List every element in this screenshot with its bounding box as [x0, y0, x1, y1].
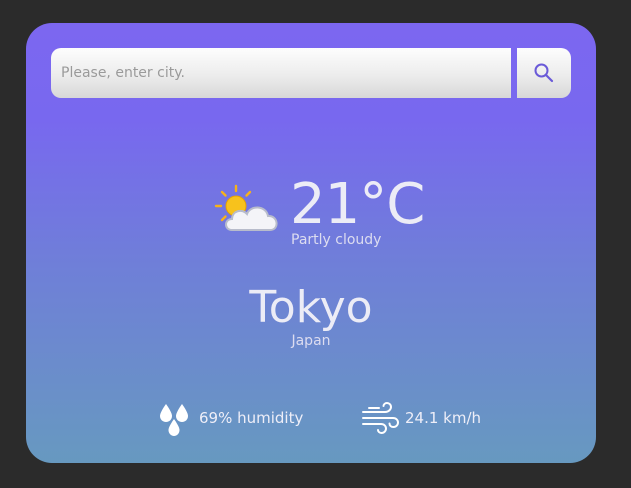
weather-condition: Partly cloudy: [291, 232, 382, 248]
humidity-drops-icon: [160, 404, 188, 436]
city-search-input[interactable]: [51, 48, 511, 98]
humidity-value: 69% humidity: [199, 409, 304, 427]
wind-speed-value: 24.1 km/h: [405, 409, 482, 427]
search-button[interactable]: [517, 48, 571, 98]
city-name: Tokyo: [249, 282, 373, 333]
country-name: Japan: [291, 333, 331, 349]
temperature: 21°C: [290, 172, 425, 237]
weather-card: 21°C Partly cloudy Tokyo Japan 69% humid…: [26, 23, 596, 463]
wind-icon: [362, 402, 399, 434]
current-weather: 21°C Partly cloudy: [26, 173, 596, 253]
search-icon: [534, 63, 554, 83]
weather-details: 69% humidity 24.1 km/h: [26, 398, 596, 438]
partly-cloudy-icon: [214, 184, 278, 231]
search-bar: [51, 48, 571, 98]
